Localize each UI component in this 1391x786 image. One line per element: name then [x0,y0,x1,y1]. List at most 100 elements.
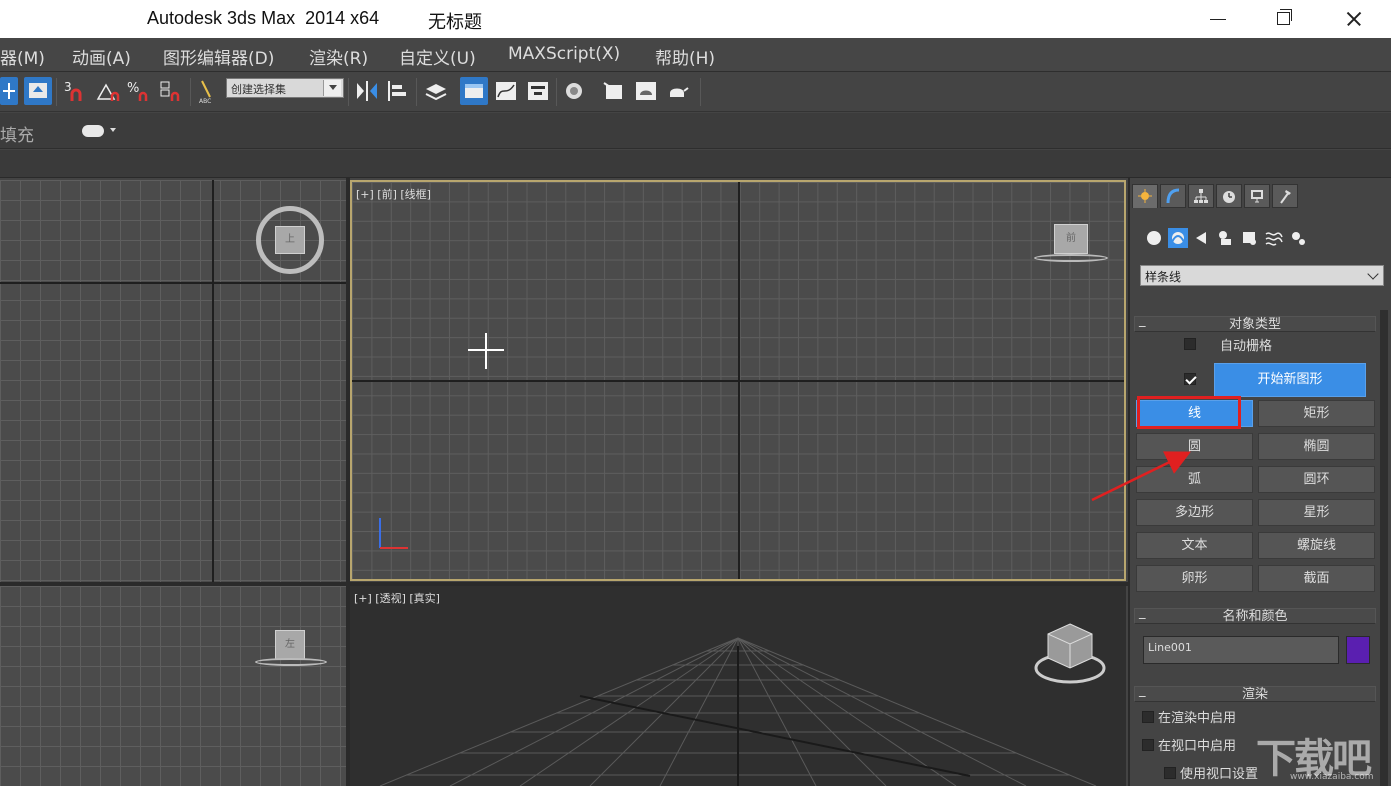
viewcube-left-icon[interactable]: 左 [275,630,305,660]
donut-button[interactable]: 圆环 [1258,466,1375,493]
viewport-divider-horizontal[interactable] [0,582,1128,586]
layer-manager-icon[interactable] [422,77,450,105]
start-new-shape-button[interactable]: 开始新图形 [1214,363,1366,397]
mirror-icon[interactable] [353,77,381,105]
ribbon-bar: 填充 [0,113,1391,149]
restore-button[interactable] [1258,0,1308,38]
cameras-icon[interactable] [1216,228,1236,248]
shapes-icon[interactable] [1168,228,1188,248]
modify-tab[interactable] [1160,184,1186,208]
hierarchy-icon [1194,189,1208,203]
use-viewport-settings-checkbox[interactable] [1164,767,1176,779]
chevron-down-icon [1367,268,1379,280]
modify-bend-icon [1166,188,1180,204]
schematic-view-icon[interactable] [524,77,552,105]
select-region-icon[interactable] [24,77,52,105]
menu-bar: 器(M) 动画(A) 图形编辑器(D) 渲染(R) 自定义(U) MAXScri… [0,38,1391,72]
viewport-left[interactable]: 左 [0,586,346,786]
rectangle-button[interactable]: 矩形 [1258,400,1375,427]
spacewarps-icon[interactable] [1264,228,1284,248]
app-title: Autodesk 3ds Max 2014 x64 [147,8,380,28]
menu-grouping[interactable]: 器(M) [0,44,45,69]
systems-icon[interactable] [1288,228,1308,248]
ellipse-button[interactable]: 椭圆 [1258,433,1375,460]
snap-3d-icon[interactable]: 3 [62,77,90,105]
category-dropdown[interactable]: 样条线 [1140,265,1384,286]
perspective-grid [379,637,1097,786]
viewcube-compass-icon[interactable] [255,658,327,666]
document-title: 无标题 [428,12,482,33]
move-icon[interactable] [0,77,18,105]
grid-axis-y [738,182,740,579]
helpers-icon[interactable] [1240,228,1260,248]
enable-in-viewport-checkbox[interactable] [1142,739,1154,751]
hierarchy-tab[interactable] [1188,184,1214,208]
app-window: Autodesk 3ds Max 2014 x64 无标题 器(M) 动画(A)… [0,0,1391,786]
object-name-input[interactable]: Line001 [1143,636,1339,664]
star-button[interactable]: 星形 [1258,499,1375,526]
viewcube-front-icon[interactable]: 前 [1054,224,1088,254]
percent-snap-icon[interactable]: % [126,77,154,105]
viewcube-compass-icon[interactable] [1034,254,1108,262]
helix-button[interactable]: 螺旋线 [1258,532,1375,559]
command-panel-scrollbar[interactable] [1380,310,1388,786]
minimize-button[interactable] [1192,0,1242,38]
utilities-tab[interactable] [1272,184,1298,208]
curve-editor-icon[interactable] [492,77,520,105]
viewport-front[interactable]: [+] [前] [线框] 前 [350,180,1126,581]
chevron-down-icon [323,80,341,96]
close-button[interactable] [1328,0,1378,38]
name-color-rollout-header[interactable]: _ 名称和颜色 [1134,605,1376,624]
rendering-rollout-header[interactable]: _ 渲染 [1134,683,1376,702]
align-icon[interactable] [384,77,412,105]
egg-button[interactable]: 卵形 [1136,565,1253,592]
menu-graph-editors[interactable]: 图形编辑器(D) [163,44,274,69]
create-tab[interactable] [1132,184,1158,208]
menu-help[interactable]: 帮助(H) [655,44,715,69]
grid-axis-y [212,180,214,582]
edit-named-selection-icon[interactable]: ABC [196,77,220,105]
object-type-title: 对象类型 [1228,317,1281,332]
text-button[interactable]: 文本 [1136,532,1253,559]
material-editor-icon[interactable] [562,77,590,105]
ribbon-populate-label[interactable]: 填充 [0,121,34,146]
object-type-rollout-header[interactable]: _ 对象类型 [1134,313,1376,332]
viewport-perspective[interactable]: [+] [透视] [真实] [350,586,1126,786]
auto-grid-checkbox[interactable] [1184,338,1196,350]
motion-tab[interactable] [1216,184,1242,208]
grid-axis-x [0,282,346,284]
section-button[interactable]: 截面 [1258,565,1375,592]
menu-maxscript[interactable]: MAXScript(X) [508,44,620,64]
named-selection-set-dropdown[interactable]: 创建选择集 [226,78,344,98]
angle-snap-icon[interactable] [94,77,122,105]
render-setup-icon[interactable] [600,77,628,105]
viewport-front-label[interactable]: [+] [前] [线框] [356,186,431,202]
enable-in-viewport-label: 在视口中启用 [1158,739,1237,754]
main-toolbar: 3 % ABC 创建选择集 [0,72,1391,112]
named-selection-set-text: 创建选择集 [231,83,286,96]
viewcube-top-icon[interactable]: 上 [275,226,305,254]
ribbon-caret-icon[interactable] [110,128,116,132]
annotation-highlight-box [1137,396,1241,429]
axis-tripod-icon [379,518,408,549]
enable-in-renderer-checkbox[interactable] [1142,711,1154,723]
menu-animation[interactable]: 动画(A) [72,44,131,69]
geometry-icon[interactable] [1144,228,1164,248]
graphite-toggle-icon[interactable] [460,77,488,105]
menu-rendering[interactable]: 渲染(R) [309,44,368,69]
viewport-top[interactable]: 上 [0,180,346,582]
lights-icon[interactable] [1192,228,1212,248]
object-color-swatch[interactable] [1346,636,1370,664]
display-tab[interactable] [1244,184,1270,208]
spinner-snap-icon[interactable] [158,77,186,105]
menu-customize[interactable]: 自定义(U) [399,44,476,69]
viewcube-perspective-icon[interactable] [1032,620,1108,690]
svg-text:3: 3 [64,80,72,94]
start-new-shape-checkbox[interactable] [1184,373,1196,385]
rendered-frame-icon[interactable] [632,77,660,105]
viewport-divider-vertical[interactable] [346,178,350,786]
render-production-icon[interactable] [664,77,692,105]
auto-grid-label: 自动栅格 [1220,339,1273,354]
annotation-arrow-icon [1091,451,1191,502]
ribbon-toggle-icon[interactable] [82,125,104,137]
